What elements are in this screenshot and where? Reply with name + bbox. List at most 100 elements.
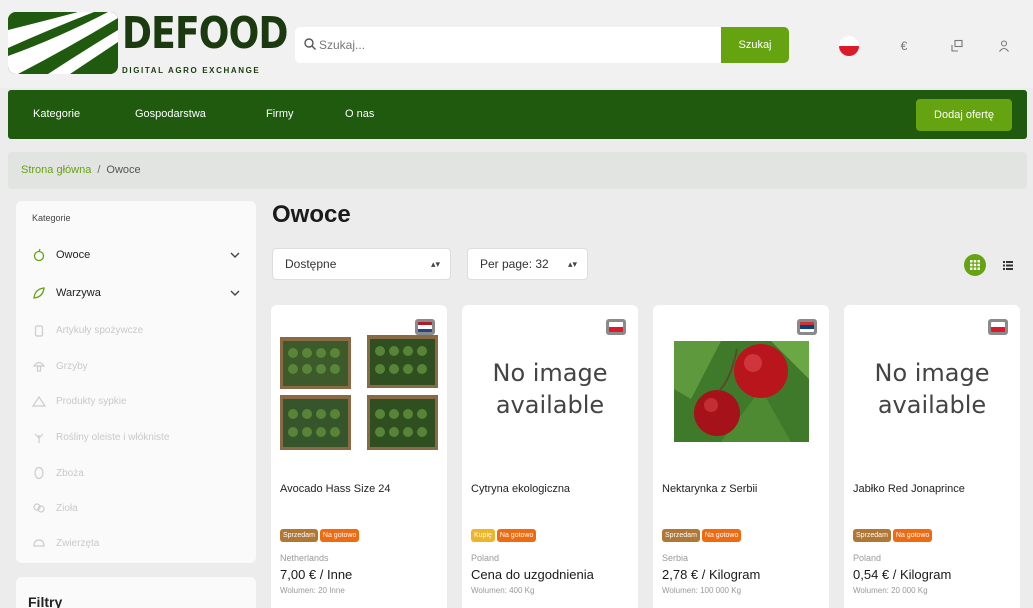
search-icon — [304, 38, 316, 50]
sidebar-item-label: Grzyby — [56, 360, 88, 372]
compare-icon — [951, 39, 963, 52]
product-country: Netherlands — [280, 553, 329, 563]
product-price: Cena do uzgodnienia — [471, 567, 594, 582]
badge-offer-type: Sprzedam — [280, 529, 318, 542]
plant-icon — [34, 433, 44, 443]
grid-view-button[interactable] — [964, 254, 986, 276]
search-input[interactable] — [319, 27, 719, 63]
product-country: Serbia — [662, 553, 689, 563]
sidebar-title: Kategorie — [32, 213, 71, 223]
sidebar-item-warzywa[interactable]: Warzywa — [32, 283, 242, 303]
sidebar-item-owoce[interactable]: Owoce — [32, 245, 242, 265]
flag-rs-icon — [797, 319, 817, 335]
badge-offer-type: Kupię — [471, 529, 495, 542]
product-title[interactable]: Cytryna ekologiczna — [471, 483, 570, 495]
availability-select-value: Dostępne — [285, 257, 337, 271]
sidebar-item-ziola: Zioła — [32, 498, 242, 518]
mushroom-icon — [32, 361, 46, 372]
product-volume: Wolumen: 400 Kg — [471, 586, 535, 595]
sidebar-item-label: Zioła — [56, 502, 78, 514]
badge-status: Na gotowo — [701, 529, 742, 542]
no-image-line: No image — [492, 359, 608, 387]
breadcrumb: Strona główna / Owoce — [8, 152, 1027, 189]
product-image[interactable]: No image available — [852, 319, 1012, 465]
sidebar-item-label: Owoce — [56, 249, 91, 261]
product-image[interactable] — [661, 319, 821, 465]
product-volume: Wolumen: 20 Inne — [280, 586, 345, 595]
sidebar-item-artykuly-spozywcze: Artykuły spożywcze — [32, 320, 242, 340]
sidebar-item-zwierzeta: Zwierzęta — [32, 533, 242, 553]
flag-pl-icon — [988, 319, 1008, 335]
site-header: DEFOOD DIGITAL AGRO EXCHANGE Szukaj € — [0, 0, 1033, 88]
sidebar-item-label: Rośliny oleiste i włókniste — [56, 431, 170, 443]
nav-item-o-nas[interactable]: O nas — [345, 90, 374, 139]
pile-icon — [32, 395, 46, 407]
currency-button[interactable]: € — [889, 31, 919, 61]
sidebar-item-zboza: Zboża — [32, 463, 242, 483]
sidebar-item-label: Warzywa — [56, 287, 101, 299]
sidebar-item-grzyby: Grzyby — [32, 356, 242, 376]
user-icon — [999, 40, 1009, 52]
badge-status: Na gotowo — [496, 529, 537, 542]
no-image-line: available — [877, 391, 987, 419]
no-image-line: No image — [874, 359, 990, 387]
category-sidebar: Kategorie Owoce Warzywa Artykuły spożywc… — [16, 201, 256, 563]
product-title[interactable]: Jabłko Red Jonaprince — [853, 483, 965, 495]
product-card[interactable]: Nektarynka z Serbii Sprzedam Na gotowo S… — [653, 305, 829, 608]
compare-button[interactable] — [942, 31, 972, 61]
product-card[interactable]: No image available Cytryna ekologiczna K… — [462, 305, 638, 608]
search-button[interactable]: Szukaj — [721, 27, 789, 63]
currency-euro-icon: € — [900, 39, 908, 53]
sidebar-item-rosliny-oleiste: Rośliny oleiste i włókniste — [32, 427, 242, 447]
badge-status: Na gotowo — [319, 529, 360, 542]
sidebar-item-produkty-sypkie: Produkty sypkie — [32, 391, 242, 411]
animal-icon — [33, 539, 45, 547]
flag-nl-icon — [415, 319, 435, 335]
sidebar-item-label: Zwierzęta — [56, 537, 100, 549]
filters-title: Filtry — [28, 594, 63, 608]
add-offer-button[interactable]: Dodaj ofertę — [916, 99, 1012, 131]
page-title: Owoce — [272, 201, 351, 228]
product-title[interactable]: Nektarynka z Serbii — [662, 483, 757, 495]
per-page-select[interactable]: Per page: 32 ▴▾ — [467, 248, 588, 280]
language-button[interactable] — [834, 31, 864, 61]
main-nav: Kategorie Gospodarstwa Firmy O nas Dodaj… — [8, 90, 1027, 139]
logo-field-icon — [8, 12, 118, 74]
apple-icon — [33, 248, 45, 262]
select-arrows-icon: ▴▾ — [430, 259, 440, 269]
grain-icon — [34, 466, 44, 480]
select-arrows-icon: ▴▾ — [567, 259, 577, 269]
availability-select[interactable]: Dostępne ▴▾ — [272, 248, 451, 280]
nav-item-kategorie[interactable]: Kategorie — [33, 90, 80, 139]
product-badges: Sprzedam Na gotowo — [853, 529, 933, 542]
sidebar-item-label: Produkty sypkie — [56, 395, 127, 407]
product-image[interactable] — [279, 319, 439, 465]
chevron-down-icon[interactable] — [228, 248, 242, 262]
grid-icon — [970, 260, 980, 270]
product-volume: Wolumen: 20 000 Kg — [853, 586, 928, 595]
product-badges: Sprzedam Na gotowo — [662, 529, 742, 542]
herb-icon — [33, 503, 45, 513]
product-country: Poland — [471, 553, 500, 563]
product-image[interactable]: No image available — [470, 319, 630, 465]
product-badges: Sprzedam Na gotowo — [280, 529, 360, 542]
badge-status: Na gotowo — [892, 529, 933, 542]
badge-offer-type: Sprzedam — [853, 529, 891, 542]
account-button[interactable] — [989, 31, 1019, 61]
product-volume: Wolumen: 100 000 Kg — [662, 586, 742, 595]
product-card[interactable]: Avocado Hass Size 24 Sprzedam Na gotowo … — [271, 305, 447, 608]
nav-item-gospodarstwa[interactable]: Gospodarstwa — [135, 90, 206, 139]
product-price: 7,00 € / Inne — [280, 567, 353, 582]
product-title[interactable]: Avocado Hass Size 24 — [280, 483, 390, 495]
list-icon — [1003, 260, 1013, 270]
site-logo[interactable]: DEFOOD DIGITAL AGRO EXCHANGE — [8, 8, 288, 78]
nav-item-firmy[interactable]: Firmy — [266, 90, 294, 139]
chevron-down-icon[interactable] — [228, 286, 242, 300]
product-card[interactable]: No image available Jabłko Red Jonaprince… — [844, 305, 1020, 608]
product-price: 2,78 € / Kilogram — [662, 567, 761, 582]
breadcrumb-home-link[interactable]: Strona główna — [21, 164, 91, 176]
logo-tagline: DIGITAL AGRO EXCHANGE — [122, 66, 261, 75]
list-view-button[interactable] — [999, 256, 1017, 274]
product-badges: Kupię Na gotowo — [471, 529, 537, 542]
flag-pl-icon — [839, 36, 859, 56]
